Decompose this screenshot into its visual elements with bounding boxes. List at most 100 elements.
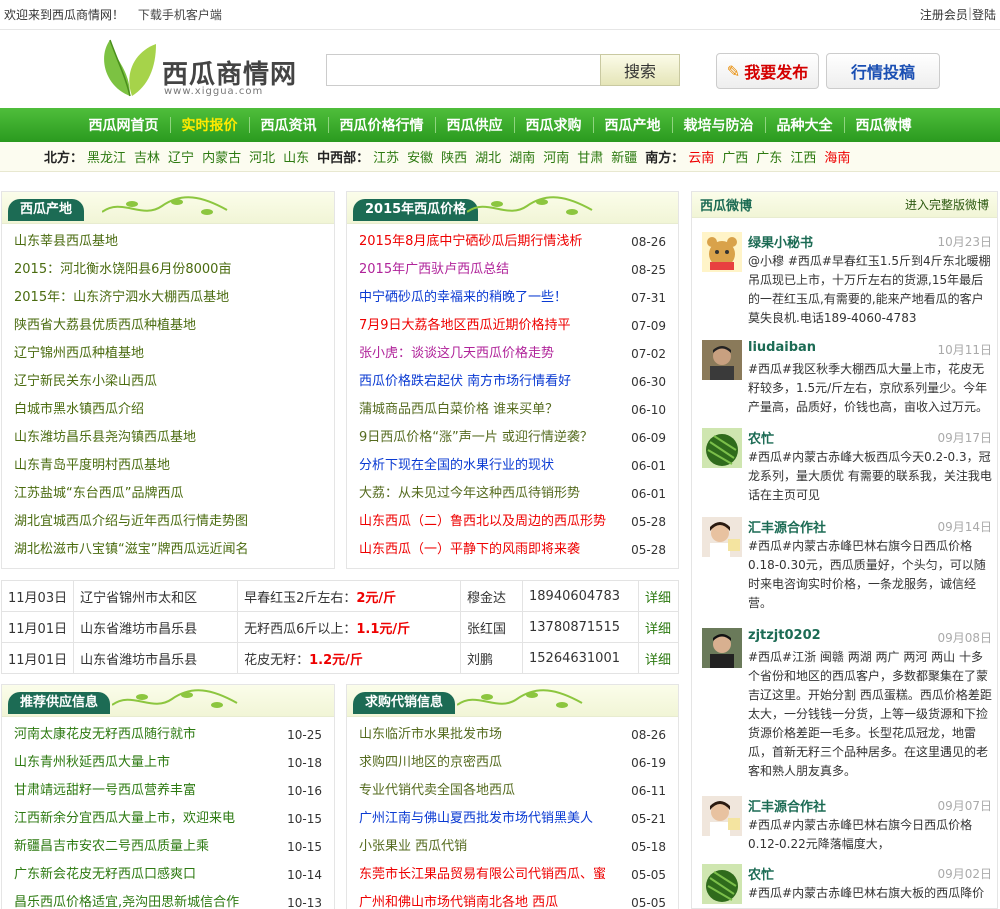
region-link[interactable]: 辽宁 — [168, 147, 194, 166]
region-link[interactable]: 江西 — [790, 147, 816, 166]
weibo-username[interactable]: 农忙 — [748, 864, 774, 883]
region-link[interactable]: 安徽 — [407, 147, 433, 166]
list-item[interactable]: 白城市黑水镇西瓜介绍 — [2, 396, 334, 424]
region-link[interactable]: 河南 — [543, 147, 569, 166]
list-item[interactable]: 7月9日大荔各地区西瓜近期价格持平 07-09 — [347, 312, 678, 340]
region-link[interactable]: 河北 — [249, 147, 275, 166]
list-item[interactable]: 广东新会花皮无籽西瓜口感爽口 10-14 — [2, 861, 334, 889]
weibo-username[interactable]: 农忙 — [748, 428, 774, 447]
login-link[interactable]: 登陆 — [972, 6, 996, 23]
list-item-title[interactable]: 山东西瓜（二）鲁西北以及周边的西瓜形势 — [359, 508, 623, 536]
list-item[interactable]: 2015年广西驮卢西瓜总结 08-25 — [347, 256, 678, 284]
list-item-title[interactable]: 广东新会花皮无籽西瓜口感爽口 — [14, 861, 279, 889]
list-item[interactable]: 山东青岛平度明村西瓜基地 — [2, 452, 334, 480]
list-item[interactable]: 山东青州秋延西瓜大量上市 10-18 — [2, 749, 334, 777]
list-item-title[interactable]: 白城市黑水镇西瓜介绍 — [14, 396, 322, 424]
list-item[interactable]: 西瓜价格跌宕起伏 南方市场行情看好 06-30 — [347, 368, 678, 396]
region-link[interactable]: 甘肃 — [577, 147, 603, 166]
nav-item[interactable]: 西瓜资讯 — [250, 115, 328, 135]
list-item[interactable]: 广州和佛山市场代销南北各地 西瓜 05-05 — [347, 889, 678, 909]
list-item[interactable]: 蒲城商品西瓜白菜价格 谁来买单？ 06-10 — [347, 396, 678, 424]
list-item-title[interactable]: 陕西省大荔县优质西瓜种植基地 — [14, 312, 322, 340]
list-item[interactable]: 山东潍坊昌乐县尧沟镇西瓜基地 — [2, 424, 334, 452]
list-item-title[interactable]: 湖北松滋市八宝镇“滋宝”牌西瓜远近闻名 — [14, 536, 322, 564]
list-item-title[interactable]: 山东青州秋延西瓜大量上市 — [14, 749, 279, 777]
user-avatar-icon[interactable] — [702, 232, 742, 272]
weibo-username[interactable]: liudaiban — [748, 340, 816, 355]
nav-item[interactable]: 西瓜网首页 — [78, 115, 170, 135]
nav-item[interactable]: 栽培与防治 — [673, 115, 765, 135]
list-item-title[interactable]: 甘肃靖远甜籽一号西瓜营养丰富 — [14, 777, 279, 805]
list-item-title[interactable]: 新疆昌吉市安农二号西瓜质量上乘 — [14, 833, 279, 861]
list-item-title[interactable]: 分析下现在全国的水果行业的现状 — [359, 452, 623, 480]
user-avatar-icon[interactable] — [702, 864, 742, 904]
list-item[interactable]: 辽宁新民关东小梁山西瓜 — [2, 368, 334, 396]
list-item-title[interactable]: 9日西瓜价格“涨”声一片 或迎行情逆袭？ — [359, 424, 623, 452]
region-link[interactable]: 黑龙江 — [87, 147, 126, 166]
list-item[interactable]: 甘肃靖远甜籽一号西瓜营养丰富 10-16 — [2, 777, 334, 805]
nav-item[interactable]: 西瓜微博 — [845, 115, 923, 135]
region-link[interactable]: 江苏 — [373, 147, 399, 166]
list-item-title[interactable]: 大荔：从未见过今年这种西瓜待销形势 — [359, 480, 623, 508]
list-item[interactable]: 山东西瓜（一）平静下的风雨即将来袭 05-28 — [347, 536, 678, 564]
region-link[interactable]: 云南 — [688, 147, 714, 166]
quote-detail-link[interactable]: 详细 — [638, 642, 679, 674]
list-item-title[interactable]: 昌乐西瓜价格适宜,尧沟田思新城信合作 — [14, 889, 279, 909]
weibo-full-link[interactable]: 进入完整版微博 — [905, 196, 989, 213]
list-item[interactable]: 山东莘县西瓜基地 — [2, 228, 334, 256]
list-item-title[interactable]: 蒲城商品西瓜白菜价格 谁来买单？ — [359, 396, 623, 424]
region-link[interactable]: 广西 — [722, 147, 748, 166]
list-item[interactable]: 2015年8月底中宁硒砂瓜后期行情浅析 08-26 — [347, 228, 678, 256]
site-logo[interactable]: 西瓜商情网 www.xiggua.com — [100, 38, 310, 100]
list-item[interactable]: 陕西省大荔县优质西瓜种植基地 — [2, 312, 334, 340]
list-item-title[interactable]: 山东青岛平度明村西瓜基地 — [14, 452, 322, 480]
list-item[interactable]: 求购四川地区的京密西瓜 06-19 — [347, 749, 678, 777]
list-item-title[interactable]: 2015年8月底中宁硒砂瓜后期行情浅析 — [359, 228, 623, 256]
user-avatar-icon[interactable] — [702, 517, 742, 557]
list-item-title[interactable]: 张小虎：谈谈这几天西瓜价格走势 — [359, 340, 623, 368]
submit-market-button[interactable]: 行情投稿 — [826, 53, 940, 89]
quote-detail-link[interactable]: 详细 — [638, 611, 679, 643]
list-item[interactable]: 9日西瓜价格“涨”声一片 或迎行情逆袭？ 06-09 — [347, 424, 678, 452]
list-item-title[interactable]: 河南太康花皮无籽西瓜随行就市 — [14, 721, 279, 749]
user-avatar-icon[interactable] — [702, 628, 742, 668]
weibo-username[interactable]: 绿果小秘书 — [748, 232, 813, 251]
list-item[interactable]: 专业代销代卖全国各地西瓜 06-11 — [347, 777, 678, 805]
list-item[interactable]: 大荔：从未见过今年这种西瓜待销形势 06-01 — [347, 480, 678, 508]
list-item[interactable]: 2015年：山东济宁泗水大棚西瓜基地 — [2, 284, 334, 312]
list-item[interactable]: 山东临沂市水果批发市场 08-26 — [347, 721, 678, 749]
list-item-title[interactable]: 湖北宜城西瓜介绍与近年西瓜行情走势图 — [14, 508, 322, 536]
list-item-title[interactable]: 辽宁新民关东小梁山西瓜 — [14, 368, 322, 396]
weibo-username[interactable]: zjtzjt0202 — [748, 628, 821, 643]
list-item-title[interactable]: 7月9日大荔各地区西瓜近期价格持平 — [359, 312, 623, 340]
list-item-title[interactable]: 2015年：山东济宁泗水大棚西瓜基地 — [14, 284, 322, 312]
user-avatar-icon[interactable] — [702, 428, 742, 468]
list-item[interactable]: 河南太康花皮无籽西瓜随行就市 10-25 — [2, 721, 334, 749]
list-item[interactable]: 分析下现在全国的水果行业的现状 06-01 — [347, 452, 678, 480]
list-item-title[interactable]: 东莞市长江果品贸易有限公司代销西瓜、蜜 — [359, 861, 623, 889]
region-link[interactable]: 陕西 — [441, 147, 467, 166]
region-link[interactable]: 新疆 — [611, 147, 637, 166]
list-item[interactable]: 江苏盐城“东台西瓜”品牌西瓜 — [2, 480, 334, 508]
list-item-title[interactable]: 2015年广西驮卢西瓜总结 — [359, 256, 623, 284]
nav-item[interactable]: 品种大全 — [766, 115, 844, 135]
weibo-username[interactable]: 汇丰源合作社 — [748, 517, 826, 536]
list-item-title[interactable]: 西瓜价格跌宕起伏 南方市场行情看好 — [359, 368, 623, 396]
list-item[interactable]: 东莞市长江果品贸易有限公司代销西瓜、蜜 05-05 — [347, 861, 678, 889]
nav-item[interactable]: 实时报价 — [171, 115, 249, 135]
nav-item[interactable]: 西瓜供应 — [436, 115, 514, 135]
list-item-title[interactable]: 2015：河北衡水饶阳县6月份8000亩 — [14, 256, 322, 284]
weibo-username[interactable]: 汇丰源合作社 — [748, 796, 826, 815]
region-link[interactable]: 湖南 — [509, 147, 535, 166]
user-avatar-icon[interactable] — [702, 340, 742, 380]
region-link[interactable]: 海南 — [824, 147, 850, 166]
search-button[interactable]: 搜索 — [600, 54, 680, 86]
region-link[interactable]: 湖北 — [475, 147, 501, 166]
region-link[interactable]: 内蒙古 — [202, 147, 241, 166]
list-item-title[interactable]: 中宁硒砂瓜的幸福来的稍晚了一些！ — [359, 284, 623, 312]
publish-button[interactable]: ✎ 我要发布 — [716, 53, 819, 89]
download-app-link[interactable]: 下载手机客户端 — [138, 8, 222, 22]
list-item-title[interactable]: 山东潍坊昌乐县尧沟镇西瓜基地 — [14, 424, 322, 452]
list-item-title[interactable]: 专业代销代卖全国各地西瓜 — [359, 777, 623, 805]
list-item[interactable]: 广州江南与佛山夏西批发市场代销黑美人 05-21 — [347, 805, 678, 833]
